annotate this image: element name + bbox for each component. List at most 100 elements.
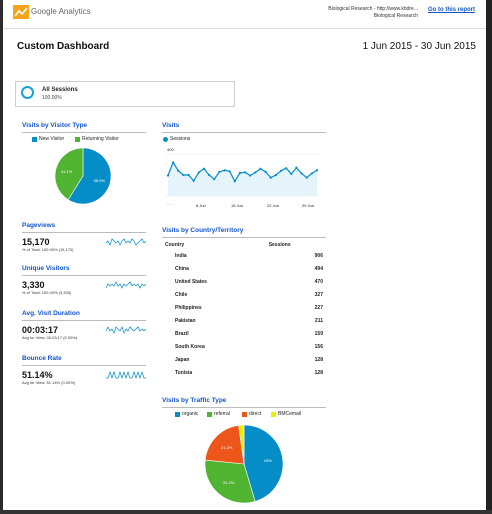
country-name: China [175,265,189,272]
x-tick-15jun: 15 Jun [231,203,244,208]
source-line-2: Biological Research [373,13,418,19]
pie-slice-label: 41.1% [61,169,73,174]
country-sessions: 906 [314,252,323,259]
traffic-type-pie-chart: 43% 31.2% 21.2% [205,425,283,503]
column-header-country[interactable]: Country [165,240,269,249]
sessions-point[interactable] [228,170,231,173]
sessions-point[interactable] [254,171,257,174]
google-analytics-logo-icon [13,5,29,19]
metric-subtext: % of Total: 100.00% (15,170) [22,247,74,252]
x-axis-dots: ... [167,201,174,206]
header-divider [3,28,486,29]
sessions-point[interactable] [295,166,298,169]
legend-returning-visitor: Returning Visitor [75,136,119,142]
pie-slice-label: 58.9% [94,178,106,183]
country-name: South Korea [175,343,205,350]
sessions-point[interactable] [192,179,195,182]
sessions-point[interactable] [269,176,272,179]
sessions-point[interactable] [166,174,170,177]
sessions-point[interactable] [243,171,247,174]
sessions-point[interactable] [285,167,288,170]
legend-label: New Visitor [39,136,65,142]
legend-new-visitor: New Visitor [32,136,64,142]
country-sessions: 327 [314,291,323,298]
table-row[interactable]: Brazil 159 [165,327,323,340]
sessions-point[interactable] [310,172,313,175]
widget-divider [162,132,326,133]
table-row[interactable]: Tunisia 128 [165,366,323,379]
country-sessions: 494 [314,265,323,272]
page-title: Custom Dashboard [17,41,110,52]
widget-title-visitor-type[interactable]: Visits by Visitor Type [22,122,87,129]
sessions-area [168,162,317,196]
legend-label: Sessions [170,136,191,142]
metric-unique-visitors[interactable]: Unique Visitors 3,330 % of Total: 100.00… [22,265,146,295]
legend-label: direct [249,411,262,417]
legend-swatch [75,136,80,142]
table-row[interactable]: South Korea 156 [165,340,323,353]
segment-label: All Sessions [42,87,78,93]
legend-dot [163,136,168,142]
sessions-point[interactable] [274,173,277,177]
sessions-point[interactable] [187,173,190,177]
sessions-point[interactable] [290,172,293,176]
sessions-point[interactable] [300,172,303,175]
table-row[interactable]: United States 470 [165,275,323,288]
table-row[interactable]: China 494 [165,262,323,275]
x-tick-22jun: 22 Jun [267,203,280,208]
legend-label: referral [214,411,230,417]
metric-subtext: % of Total: 100.00% (3,330) [22,290,72,295]
country-sessions: 159 [314,330,323,337]
sessions-point[interactable] [197,171,200,174]
source-line-1: Biological Research - http://www.kbdre..… [328,6,418,12]
sessions-point[interactable] [249,174,252,177]
table-row[interactable]: India 906 [165,249,323,262]
widget-title-country[interactable]: Visits by Country/Territory [162,227,243,234]
legend-label: BMCemail [278,411,302,417]
sessions-point[interactable] [264,170,267,173]
legend-label: Returning Visitor [82,136,119,142]
widget-title-visits[interactable]: Visits [162,122,179,129]
sessions-point[interactable] [208,173,211,177]
sessions-point[interactable] [182,173,185,177]
visits-line-chart [165,153,320,197]
pie-slice-label: 21.2% [221,445,233,450]
sessions-point[interactable] [233,180,236,183]
window-frame-right [486,0,492,514]
table-row[interactable]: Japan 128 [165,353,323,366]
sessions-point[interactable] [223,169,226,172]
sessions-point[interactable] [218,170,221,173]
sessions-point[interactable] [305,176,308,179]
column-header-sessions[interactable]: Sessions [269,240,323,249]
legend-bmcemail: BMCemail [271,411,301,417]
sessions-point[interactable] [202,167,206,170]
legend-label: organic [182,411,199,417]
pie-slice-label: 31.2% [223,480,235,485]
metric-pageviews[interactable]: Pageviews 15,170 % of Total: 100.00% (15… [22,222,146,252]
date-range[interactable]: 1 Jun 2015 - 30 Jun 2015 [300,41,476,52]
sessions-point[interactable] [259,167,262,170]
sessions-point[interactable] [315,169,319,172]
table-row[interactable]: Pakistan 211 [165,314,323,327]
sessions-point[interactable] [177,169,180,172]
sessions-point[interactable] [279,169,283,172]
country-name: Pakistan [175,317,196,324]
table-row[interactable]: Philippines 227 [165,301,323,314]
country-name: Tunisia [175,369,193,376]
sessions-point[interactable] [213,178,216,181]
metric-avg-duration[interactable]: Avg. Visit Duration 00:03:17 Avg for Vie… [22,310,146,340]
go-to-report-link[interactable]: Go to this report [428,7,475,13]
sessions-point[interactable] [238,171,242,174]
legend-swatch [175,411,180,417]
sessions-point[interactable] [172,161,175,164]
table-row[interactable]: Chile 327 [165,288,323,301]
avg-duration-sparkline [106,326,146,334]
sparkline-path [106,281,146,289]
widget-title-traffic-type[interactable]: Visits by Traffic Type [162,397,226,404]
segment-card[interactable] [15,81,235,107]
country-name: Philippines [175,304,202,311]
x-tick-8jun: 8 Jun [196,203,206,208]
metric-bounce-rate[interactable]: Bounce Rate 51.14% Avg for View: 51.14% … [22,355,146,385]
country-name: United States [175,278,207,285]
country-sessions: 128 [314,369,323,376]
